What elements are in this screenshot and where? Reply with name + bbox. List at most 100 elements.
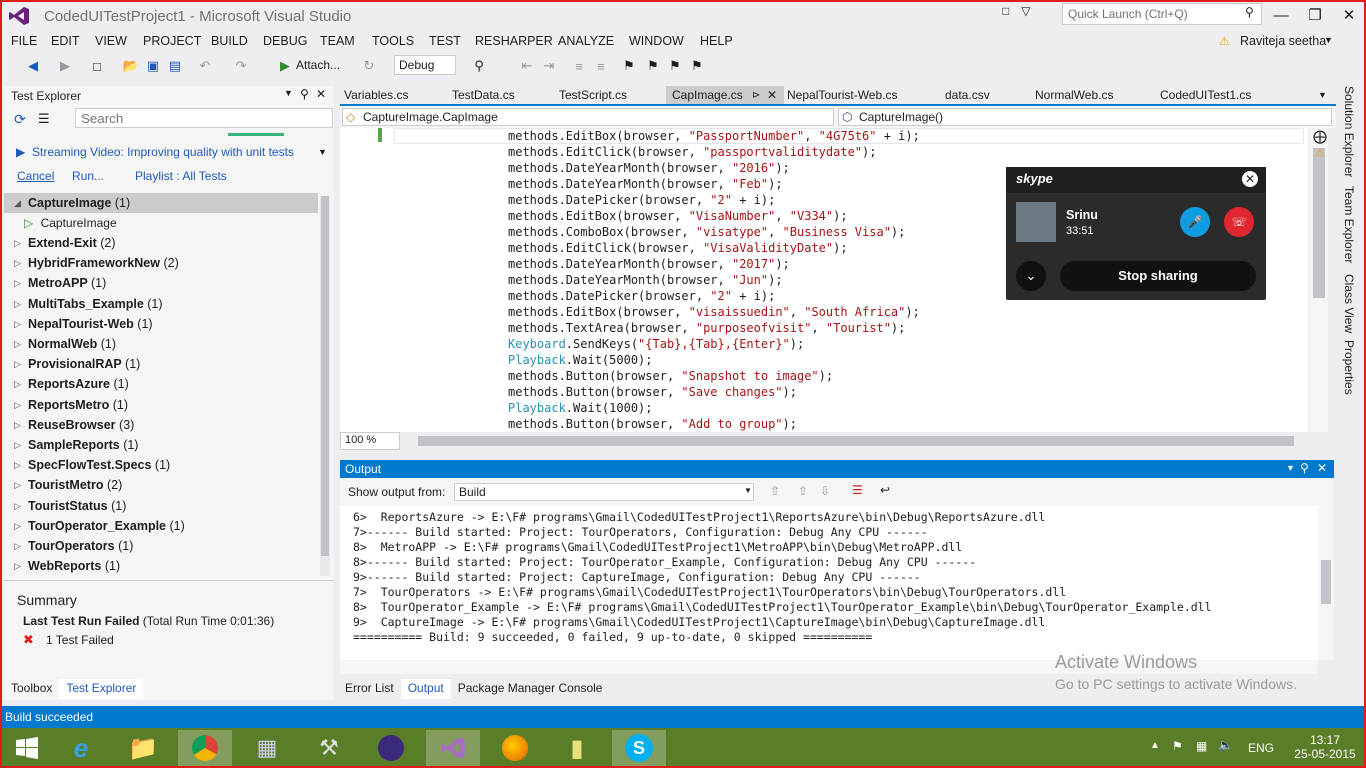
save-all-icon[interactable]: ▤ <box>166 57 184 75</box>
output-text-area[interactable]: 6> ReportsAzure -> E:\F# programs\Gmail\… <box>340 506 1318 660</box>
tools-icon[interactable]: ⚒ <box>302 730 356 766</box>
tab-testscript[interactable]: TestScript.cs <box>559 88 627 102</box>
split-icon[interactable]: ⨁ <box>1313 128 1327 145</box>
expand-arrow-icon[interactable]: ▷ <box>14 395 21 415</box>
next-bookmark-icon[interactable]: ⚑ <box>666 57 684 75</box>
editor-horizontal-scrollbar[interactable] <box>418 436 1294 446</box>
expand-arrow-icon[interactable]: ▷ <box>14 314 21 334</box>
minimize-button[interactable]: — <box>1264 0 1298 30</box>
menu-help[interactable]: HELP <box>700 34 733 48</box>
test-group-row[interactable]: ▷ TourOperators (1) <box>4 536 318 556</box>
network-icon[interactable]: ▦ <box>1196 739 1207 753</box>
expand-arrow-icon[interactable]: ▷ <box>14 354 21 374</box>
test-item-captureimage[interactable]: ▷ CaptureImage <box>24 213 117 233</box>
output-scroll-thumb[interactable] <box>1321 560 1331 604</box>
expand-arrow-icon[interactable]: ▷ <box>14 496 21 516</box>
bookmark-icon[interactable]: ⚑ <box>620 57 638 75</box>
member-dropdown[interactable]: CaptureImage() <box>838 108 1332 126</box>
tab-variables[interactable]: Variables.cs <box>344 88 408 102</box>
restore-button[interactable]: ❐ <box>1298 0 1332 30</box>
close-icon[interactable]: ✕ <box>1317 461 1327 475</box>
test-group-row[interactable]: ▷ WebReports (1) <box>4 556 318 576</box>
forward-icon[interactable]: ▶ <box>56 57 74 75</box>
test-group-row[interactable]: ▷ HybridFrameworkNew (2) <box>4 253 318 273</box>
test-group-row[interactable]: ◢ CaptureImage (1) <box>4 193 318 213</box>
skype-taskbar-icon[interactable]: S <box>612 730 666 766</box>
undo-icon[interactable]: ↶ <box>196 57 214 75</box>
menu-debug[interactable]: DEBUG <box>263 34 307 48</box>
expand-arrow-icon[interactable]: ▷ <box>14 516 21 536</box>
indent-icon[interactable]: ⇤ <box>518 57 536 75</box>
expand-arrow-icon[interactable]: ▷ <box>14 455 21 475</box>
previous-message-icon[interactable]: ⇧ <box>798 484 808 498</box>
pin-icon[interactable]: ⚲ <box>300 87 309 101</box>
expand-arrow-icon[interactable]: ▷ <box>14 475 21 495</box>
test-group-row[interactable]: ▷ ReuseBrowser (3) <box>4 415 318 435</box>
test-group-row[interactable]: ▷ SpecFlowTest.Specs (1) <box>4 455 318 475</box>
test-group-row[interactable]: ▷ TourOperator_Example (1) <box>4 516 318 536</box>
test-group-row[interactable]: ▷ Extend-Exit (2) <box>4 233 318 253</box>
tab-testdata[interactable]: TestData.cs <box>452 88 515 102</box>
show-hidden-icons[interactable]: ▲ <box>1150 740 1160 751</box>
filter-icon[interactable]: ▽ <box>1021 4 1030 18</box>
chevron-down-icon[interactable]: ▼ <box>284 88 293 98</box>
menu-tools[interactable]: TOOLS <box>372 34 414 48</box>
menu-edit[interactable]: EDIT <box>51 34 79 48</box>
expand-arrow-icon[interactable]: ▷ <box>14 253 21 273</box>
close-tab-icon[interactable]: ✕ <box>767 88 777 102</box>
streaming-video-link[interactable]: Streaming Video: Improving quality with … <box>32 145 294 159</box>
prev-bookmark-icon[interactable]: ⚑ <box>644 57 662 75</box>
flag-icon[interactable]: ⚑ <box>1172 739 1183 753</box>
tab-solution-explorer[interactable]: Solution Explorer <box>1342 86 1356 177</box>
refresh-icon[interactable]: ↻ <box>360 57 378 75</box>
expand-arrow-icon[interactable]: ▷ <box>14 294 21 314</box>
chevron-down-icon[interactable]: ▼ <box>1324 35 1333 45</box>
pin-icon[interactable]: ⚲ <box>1300 461 1309 475</box>
expand-arrow-icon[interactable]: ▷ <box>14 273 21 293</box>
attach-button[interactable]: Attach... <box>296 58 340 72</box>
menu-project[interactable]: PROJECT <box>143 34 201 48</box>
run-group-icon[interactable]: ⟳ <box>14 111 26 128</box>
tab-output[interactable]: Output <box>400 679 451 699</box>
failed-count[interactable]: 1 Test Failed <box>46 633 114 647</box>
back-icon[interactable]: ◀ <box>24 57 42 75</box>
tab-toolbox[interactable]: Toolbox <box>4 679 59 699</box>
tab-capimage[interactable]: CapImage.cs <box>672 88 743 102</box>
expand-arrow-icon[interactable]: ▷ <box>14 556 21 576</box>
menu-team[interactable]: TEAM <box>320 34 355 48</box>
expand-arrow-icon[interactable]: ▷ <box>14 334 21 354</box>
comment-icon[interactable]: ≡ <box>570 57 588 75</box>
firefox-icon[interactable] <box>488 730 542 766</box>
feedback-icon[interactable]: □ <box>1002 4 1009 18</box>
tab-normalweb[interactable]: NormalWeb.cs <box>1035 88 1113 102</box>
expand-arrow-icon[interactable]: ▷ <box>14 415 21 435</box>
cancel-link[interactable]: Cancel <box>17 169 54 183</box>
group-by-icon[interactable]: ☰ <box>38 111 50 127</box>
menu-view[interactable]: VIEW <box>95 34 127 48</box>
zoom-select[interactable]: 100 % <box>340 432 400 450</box>
tree-scroll-thumb[interactable] <box>321 196 329 556</box>
tab-codeduitest1[interactable]: CodedUITest1.cs <box>1160 88 1251 102</box>
type-dropdown[interactable]: CaptureImage.CapImage <box>342 108 834 126</box>
tab-package-manager-console[interactable]: Package Manager Console <box>451 679 610 699</box>
network-tool-icon[interactable]: ▦ <box>240 730 294 766</box>
start-icon[interactable]: ▶ <box>276 57 294 75</box>
run-dropdown[interactable]: Run... <box>72 169 104 183</box>
eclipse-icon[interactable] <box>364 730 418 766</box>
stop-sharing-button[interactable]: Stop sharing <box>1060 261 1256 291</box>
redo-icon[interactable]: ↷ <box>232 57 250 75</box>
menu-resharper[interactable]: RESHARPER <box>475 34 553 48</box>
playlist-dropdown[interactable]: Playlist : All Tests <box>135 169 227 183</box>
tab-properties[interactable]: Properties <box>1342 340 1356 395</box>
save-icon[interactable]: ▣ <box>144 57 162 75</box>
close-icon[interactable]: ✕ <box>316 87 326 101</box>
tab-nepaltourist-web[interactable]: NepalTourist-Web.cs <box>787 88 897 102</box>
outdent-icon[interactable]: ⇥ <box>540 57 558 75</box>
open-icon[interactable]: 📂 <box>122 57 140 75</box>
visual-studio-taskbar-icon[interactable] <box>426 730 480 766</box>
clear-bookmarks-icon[interactable]: ⚑ <box>688 57 706 75</box>
test-group-row[interactable]: ▷ ReportsMetro (1) <box>4 395 318 415</box>
expand-arrow-icon[interactable]: ▷ <box>14 374 21 394</box>
pin-icon[interactable]: ⊳ <box>752 90 760 101</box>
word-wrap-icon[interactable]: ↩ <box>880 483 890 497</box>
